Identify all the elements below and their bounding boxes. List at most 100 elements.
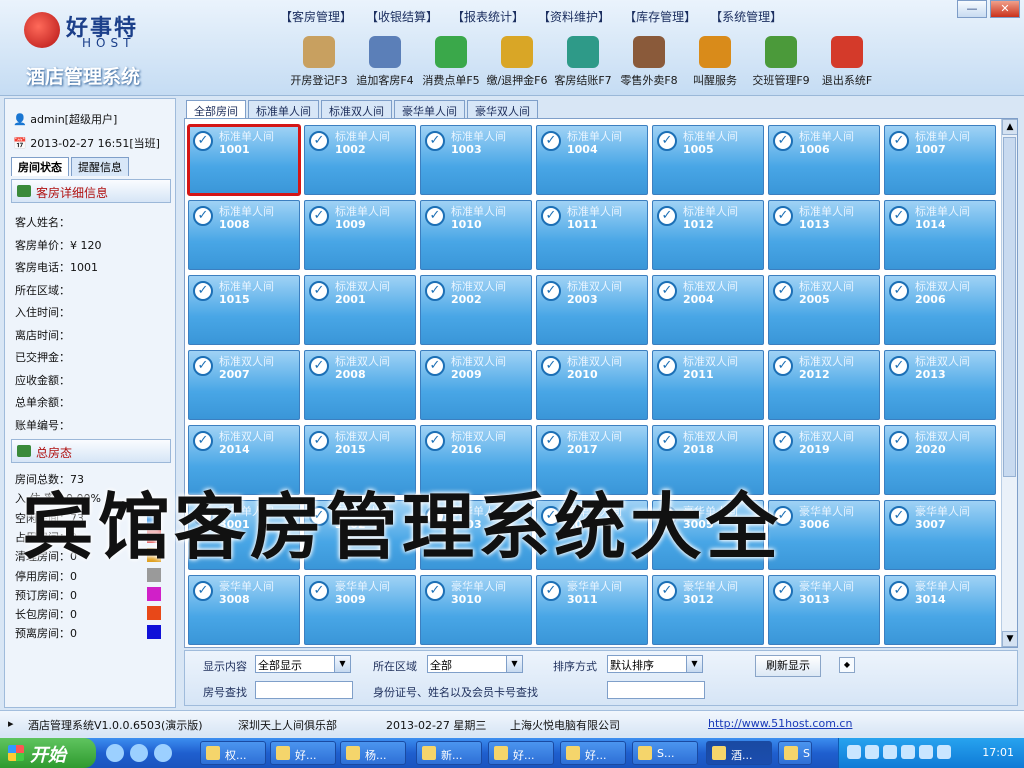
start-button[interactable]: 开始 [0,738,96,768]
toolbar-button-4[interactable]: 客房结账F7 [550,36,616,94]
room-card[interactable]: ✓ 豪华单人间 3003 [420,500,532,570]
room-card[interactable]: ✓ 标准单人间 1001 [187,124,301,196]
room-card[interactable]: ✓ 标准双人间 2020 [884,425,996,495]
taskbar-item[interactable]: 好... [488,741,554,765]
close-button[interactable]: ✕ [990,0,1020,18]
room-card[interactable]: ✓ 标准单人间 1008 [188,200,300,270]
toolbar-button-7[interactable]: 交班管理F9 [748,36,814,94]
room-card[interactable]: ✓ 标准单人间 1002 [304,125,416,195]
tab-deluxe-double[interactable]: 豪华双人间 [467,100,538,118]
room-card[interactable]: ✓ 豪华单人间 3009 [304,575,416,645]
tray-icon[interactable] [919,745,933,759]
menu-cashier[interactable]: 【收银结算】 [366,8,438,25]
room-card[interactable]: ✓ 豪华单人间 3001 [188,500,300,570]
toolbar-button-1[interactable]: 追加客房F4 [352,36,418,94]
refresh-button[interactable]: 刷新显示 [755,655,821,677]
area-select[interactable]: 全部 ▼ [427,655,523,673]
tray-icon[interactable] [937,745,951,759]
room-card[interactable]: ✓ 标准双人间 2011 [652,350,764,420]
tab-deluxe-single[interactable]: 豪华单人间 [394,100,465,118]
room-card[interactable]: ✓ 标准双人间 2017 [536,425,648,495]
room-card[interactable]: ✓ 标准双人间 2012 [768,350,880,420]
room-card[interactable]: ✓ 标准双人间 2003 [536,275,648,345]
room-card[interactable]: ✓ 豪华单人间 3011 [536,575,648,645]
room-card[interactable]: ✓ 豪华单人间 3008 [188,575,300,645]
room-card[interactable]: ✓ 标准单人间 1015 [188,275,300,345]
taskbar-item[interactable]: 权... [200,741,266,765]
room-card[interactable]: ✓ 标准双人间 2006 [884,275,996,345]
quick-launch-icon[interactable] [130,744,148,762]
room-card[interactable]: ✓ 标准单人间 1003 [420,125,532,195]
scroll-thumb[interactable] [1003,137,1016,477]
room-card[interactable]: ✓ 豪华单人间 3010 [420,575,532,645]
chevron-down-icon[interactable]: ▼ [334,656,350,672]
id-search-input[interactable] [607,681,705,699]
room-card[interactable]: ✓ 标准双人间 2002 [420,275,532,345]
room-card[interactable]: ✓ 豪华单人间 3005 [652,500,764,570]
room-card[interactable]: ✓ 标准双人间 2001 [304,275,416,345]
spin-arrows-icon[interactable]: ◆ [839,657,855,673]
room-card[interactable]: ✓ 标准单人间 1004 [536,125,648,195]
taskbar-item[interactable]: 酒... [706,741,772,765]
room-card[interactable]: ✓ 豪华单人间 3007 [884,500,996,570]
room-card[interactable]: ✓ 标准双人间 2013 [884,350,996,420]
room-card[interactable]: ✓ 标准双人间 2018 [652,425,764,495]
room-card[interactable]: ✓ 豪华单人间 3014 [884,575,996,645]
toolbar-button-3[interactable]: 缴/退押金F6 [484,36,550,94]
room-card[interactable]: ✓ 标准双人间 2014 [188,425,300,495]
room-card[interactable]: ✓ 标准双人间 2010 [536,350,648,420]
room-card[interactable]: ✓ 标准单人间 1012 [652,200,764,270]
tab-room-status[interactable]: 房间状态 [11,157,69,176]
quick-launch-icon[interactable] [106,744,124,762]
status-url-link[interactable]: http://www.51host.com.cn [708,717,852,730]
toolbar-button-6[interactable]: 叫醒服务 [682,36,748,94]
room-card[interactable]: ✓ 标准双人间 2016 [420,425,532,495]
toolbar-button-5[interactable]: 零售外卖F8 [616,36,682,94]
scroll-up-icon[interactable]: ▲ [1002,119,1017,135]
room-card[interactable]: ✓ 标准双人间 2005 [768,275,880,345]
chevron-down-icon[interactable]: ▼ [506,656,522,672]
room-card[interactable]: ✓ 标准单人间 1011 [536,200,648,270]
room-card[interactable]: ✓ 标准双人间 2015 [304,425,416,495]
room-card[interactable]: ✓ 标准单人间 1009 [304,200,416,270]
tray-icon[interactable] [865,745,879,759]
room-card[interactable]: ✓ 标准双人间 2008 [304,350,416,420]
tab-all-rooms[interactable]: 全部房间 [186,100,246,118]
minimize-button[interactable]: — [957,0,987,18]
tab-standard-single[interactable]: 标准单人间 [248,100,319,118]
menu-data-maintenance[interactable]: 【资料维护】 [538,8,610,25]
menu-inventory[interactable]: 【库存管理】 [624,8,696,25]
room-card[interactable]: ✓ 标准双人间 2007 [188,350,300,420]
room-card[interactable]: ✓ 标准单人间 1006 [768,125,880,195]
display-content-select[interactable]: 全部显示 ▼ [255,655,351,673]
menu-room-management[interactable]: 【客房管理】 [280,8,352,25]
taskbar-item[interactable]: S [778,741,812,765]
tray-icon[interactable] [847,745,861,759]
toolbar-button-8[interactable]: 退出系统F [814,36,880,94]
taskbar-item[interactable]: 杨... [340,741,406,765]
room-card[interactable]: ✓ 豪华单人间 3013 [768,575,880,645]
room-card[interactable]: ✓ 豪华单人间 3002 [304,500,416,570]
room-card[interactable]: ✓ 标准单人间 1014 [884,200,996,270]
tab-standard-double[interactable]: 标准双人间 [321,100,392,118]
scroll-down-icon[interactable]: ▼ [1002,631,1017,647]
room-card[interactable]: ✓ 标准双人间 2019 [768,425,880,495]
taskbar-item[interactable]: 新... [416,741,482,765]
menu-reports[interactable]: 【报表统计】 [452,8,524,25]
taskbar-item[interactable]: 好... [560,741,626,765]
tray-icon[interactable] [901,745,915,759]
taskbar-item[interactable]: 好... [270,741,336,765]
room-card[interactable]: ✓ 标准单人间 1010 [420,200,532,270]
tray-icon[interactable] [883,745,897,759]
room-card[interactable]: ✓ 标准单人间 1005 [652,125,764,195]
toolbar-button-0[interactable]: 开房登记F3 [286,36,352,94]
menu-system[interactable]: 【系统管理】 [710,8,782,25]
taskbar-item[interactable]: S... [632,741,698,765]
sort-select[interactable]: 默认排序 ▼ [607,655,703,673]
quick-launch-icon[interactable] [154,744,172,762]
toolbar-button-2[interactable]: 消费点单F5 [418,36,484,94]
room-card[interactable]: ✓ 豪华单人间 3006 [768,500,880,570]
room-card[interactable]: ✓ 豪华单人间 3004 [536,500,648,570]
tab-reminders[interactable]: 提醒信息 [71,157,129,176]
chevron-down-icon[interactable]: ▼ [686,656,702,672]
